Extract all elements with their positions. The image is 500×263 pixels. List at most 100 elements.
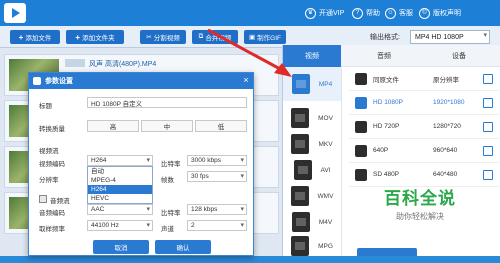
video-icon (355, 96, 367, 109)
copyright-label: 版权声明 (433, 10, 461, 17)
audio-codec-value: AAC (91, 206, 105, 213)
crown-icon: ♛ (305, 7, 316, 19)
file-icon (65, 59, 85, 67)
codec-dropdown-list: 自动 MPEG-4 H264 HEVC (87, 166, 153, 204)
format-label: MP4 (318, 80, 333, 88)
resolution-value: 960*640 (433, 147, 458, 154)
edit-icon[interactable] (483, 145, 493, 156)
bitrate-select[interactable]: 3000 kbps (187, 155, 247, 166)
output-format-select[interactable]: MP4 HD 1080P (410, 30, 490, 44)
mkv-file-icon (291, 134, 310, 154)
fps-value: 30 fps (191, 173, 209, 180)
watermark-title: 百科全说 (384, 189, 456, 208)
codec-option[interactable]: MPEG-4 (88, 176, 152, 185)
resolution-name: SD 480P (373, 171, 400, 178)
channel-value: 2 (191, 222, 195, 229)
video-codec-select[interactable]: H264 (87, 155, 153, 166)
help-label: 帮助 (366, 10, 380, 17)
copyright-button[interactable]: © 版权声明 (419, 6, 461, 20)
help-icon: ? (352, 7, 363, 19)
video-section-heading: 视频流 (39, 148, 59, 155)
channel-select[interactable]: 2 (187, 220, 247, 231)
add-folder-button[interactable]: + 添加文件夹 (66, 30, 124, 44)
resolution-name: 同原文件 (373, 76, 399, 84)
audio-stream-checkbox[interactable] (39, 195, 47, 203)
add-file-button[interactable]: + 添加文件 (10, 30, 60, 44)
split-video-label: 分割视频 (153, 35, 180, 42)
resolution-row[interactable]: 640P 960*640 (349, 139, 499, 163)
audio-section-heading: 音频流 (50, 198, 70, 205)
vip-label: 开通VIP (319, 10, 345, 17)
quality-label: 转换质量 (39, 126, 65, 133)
video-codec-label: 视频编码 (39, 161, 65, 168)
audio-codec-select[interactable]: AAC (87, 204, 153, 215)
confirm-button[interactable]: 确认 (155, 240, 211, 254)
format-label: MOV (318, 114, 333, 122)
edit-icon[interactable] (483, 169, 493, 180)
fps-select[interactable]: 30 fps (187, 171, 247, 182)
output-format-label: 输出格式: (370, 34, 400, 41)
title-label: 标题 (39, 103, 52, 110)
channel-label: 声道 (161, 226, 174, 233)
edit-icon[interactable] (483, 73, 493, 84)
format-label: MPG (318, 242, 333, 250)
codec-option-selected[interactable]: H264 (88, 185, 152, 194)
quality-medium-button[interactable]: 中 (141, 120, 193, 132)
add-folder-label: 添加文件夹 (82, 35, 115, 42)
file-name: 风声 高清(480P).MP4 (89, 61, 157, 68)
audio-bitrate-label: 比特率 (161, 210, 181, 217)
help-button[interactable]: ? 帮助 (352, 6, 380, 20)
settings-icon (33, 77, 41, 85)
title-value: HD 1080P 自定义 (91, 100, 143, 108)
split-video-button[interactable]: ✂ 分割视频 (140, 30, 186, 44)
bitrate-label: 比特率 (161, 161, 181, 168)
tab-audio[interactable]: 音频 (349, 45, 419, 67)
resolution-value: 原分辨率 (433, 76, 459, 84)
resolution-name: HD 720P (373, 123, 400, 130)
format-label: WMV (317, 192, 334, 200)
close-icon[interactable]: × (241, 75, 251, 86)
tab-device[interactable]: 设备 (419, 45, 499, 67)
format-item-mpg[interactable]: MPG (283, 229, 341, 263)
codec-option[interactable]: HEVC (88, 194, 152, 203)
bitrate-value: 3000 kbps (191, 157, 221, 164)
edit-icon[interactable] (483, 121, 493, 132)
video-icon (355, 168, 367, 181)
fps-label: 帧数 (161, 177, 174, 184)
resolution-label: 分辨率 (39, 177, 59, 184)
video-codec-value: H264 (91, 157, 107, 164)
add-file-label: 添加文件 (25, 35, 52, 42)
resolution-row[interactable]: HD 1080P 1920*1080 (349, 91, 499, 115)
video-icon (355, 72, 367, 85)
resolution-row[interactable]: HD 720P 1280*720 (349, 115, 499, 139)
sample-rate-label: 取样频率 (39, 226, 65, 233)
resolution-value: 1920*1080 (433, 99, 465, 106)
audio-codec-label: 音频编码 (39, 210, 65, 217)
custom-button[interactable] (357, 248, 417, 256)
vip-button[interactable]: ♛ 开通VIP (305, 6, 344, 20)
quality-low-button[interactable]: 低 (195, 120, 247, 132)
audio-bitrate-value: 128 kbps (191, 206, 218, 213)
resolution-value: 640*480 (433, 171, 458, 178)
resolution-row[interactable]: 同原文件 原分辨率 (349, 67, 499, 91)
support-button[interactable]: ☺ 客服 (385, 6, 413, 20)
edit-icon[interactable] (483, 97, 493, 108)
audio-bitrate-select[interactable]: 128 kbps (187, 204, 247, 215)
mpg-file-icon (291, 236, 310, 256)
codec-option[interactable]: 自动 (88, 167, 152, 176)
sample-rate-select[interactable]: 44100 Hz (87, 220, 153, 231)
format-label: M4V (318, 218, 333, 226)
cancel-button[interactable]: 取消 (93, 240, 149, 254)
panel-divider (341, 67, 342, 256)
video-icon (355, 120, 367, 133)
resolution-name: HD 1080P (373, 99, 403, 106)
dialog-title: 参数设置 (45, 78, 73, 85)
format-panel: 视频 音频 设备 MP4 MOV MKV AVI WMV M4V MPG 同原文… (282, 45, 500, 256)
plus-icon: + (75, 32, 81, 42)
support-label: 客服 (399, 10, 413, 17)
quality-high-button[interactable]: 高 (87, 120, 139, 132)
resolution-value: 1280*720 (433, 123, 461, 130)
watermark-subtitle: 助你轻松解决 (396, 212, 444, 221)
title-field[interactable]: HD 1080P 自定义 (87, 97, 247, 108)
copyright-icon: © (419, 7, 430, 19)
